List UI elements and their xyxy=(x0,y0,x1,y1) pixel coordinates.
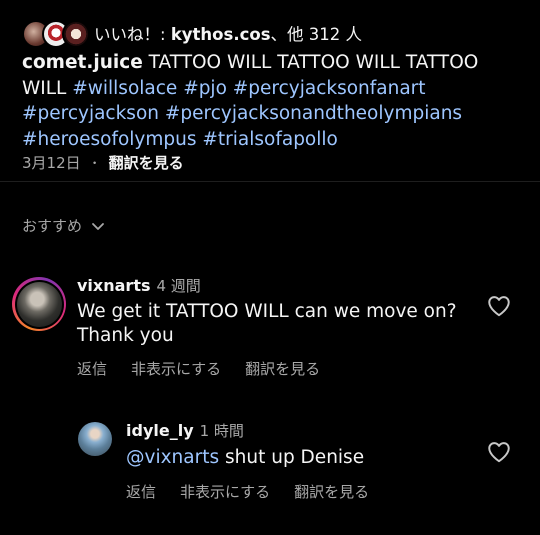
post-date: 3月12日 xyxy=(22,154,81,172)
likes-prefix: いいね！: xyxy=(94,25,171,44)
comment-actions: 返信 非表示にする 翻訳を見る xyxy=(77,358,320,379)
reply-username[interactable]: idyle_ly xyxy=(126,421,194,440)
hashtag[interactable]: #trialsofapollo xyxy=(202,129,337,150)
comment-time: 4 週間 xyxy=(156,277,201,295)
mention-link[interactable]: @vixnarts xyxy=(126,447,219,468)
comment-text: We get it TATTOO WILL can we move on? Th… xyxy=(77,301,457,346)
hashtag[interactable]: #percyjacksonfanart xyxy=(233,78,426,99)
commenter-avatar-story-ring[interactable] xyxy=(12,277,66,331)
hashtag[interactable]: #percyjacksonandtheolympians xyxy=(165,103,462,124)
heart-outline-icon[interactable] xyxy=(486,439,512,465)
comment-username[interactable]: vixnarts xyxy=(77,276,150,295)
caption-username[interactable]: comet.juice xyxy=(22,52,143,73)
likes-row[interactable]: いいね！: kythos.cos、他 312 人 xyxy=(22,18,362,48)
chevron-down-icon xyxy=(92,222,104,230)
post-meta: 3月12日 ・ 翻訳を見る xyxy=(22,152,184,173)
divider xyxy=(0,181,540,182)
sort-label: おすすめ xyxy=(22,217,83,235)
meta-separator: ・ xyxy=(88,156,101,170)
reply-button[interactable]: 返信 xyxy=(77,358,107,379)
see-translation-button[interactable]: 翻訳を見る xyxy=(245,358,320,379)
post-caption: comet.juice TATTOO WILL TATTOO WILL TATT… xyxy=(22,50,522,152)
reply-time: 1 時間 xyxy=(199,422,244,440)
avatar xyxy=(16,281,62,327)
hashtag[interactable]: #heroesofolympus xyxy=(22,129,197,150)
reply-button[interactable]: 返信 xyxy=(126,481,156,502)
avatar[interactable] xyxy=(78,422,112,456)
reply-header: idyle_ly 1 時間 xyxy=(126,420,244,441)
hashtag[interactable]: #willsolace xyxy=(72,78,177,99)
hashtag[interactable]: #pjo xyxy=(183,78,227,99)
hide-button[interactable]: 非表示にする xyxy=(180,481,270,502)
liker-avatars[interactable] xyxy=(22,19,90,48)
likes-summary[interactable]: いいね！: kythos.cos、他 312 人 xyxy=(94,21,362,45)
hashtag[interactable]: #percyjackson xyxy=(22,103,159,124)
hide-button[interactable]: 非表示にする xyxy=(131,358,221,379)
reply-body: shut up Denise xyxy=(219,447,365,468)
comment-header: vixnarts 4 週間 xyxy=(77,275,201,296)
likes-count[interactable]: 、他 312 人 xyxy=(271,25,362,44)
comment-sort-dropdown[interactable]: おすすめ xyxy=(22,215,106,236)
liker-username[interactable]: kythos.cos xyxy=(171,25,271,44)
reply-text: @vixnarts shut up Denise xyxy=(126,446,456,470)
liker-avatar xyxy=(62,20,90,48)
see-translation-button[interactable]: 翻訳を見る xyxy=(294,481,369,502)
reply-actions: 返信 非表示にする 翻訳を見る xyxy=(126,481,369,502)
heart-outline-icon[interactable] xyxy=(486,293,512,319)
see-translation-link[interactable]: 翻訳を見る xyxy=(109,152,184,173)
